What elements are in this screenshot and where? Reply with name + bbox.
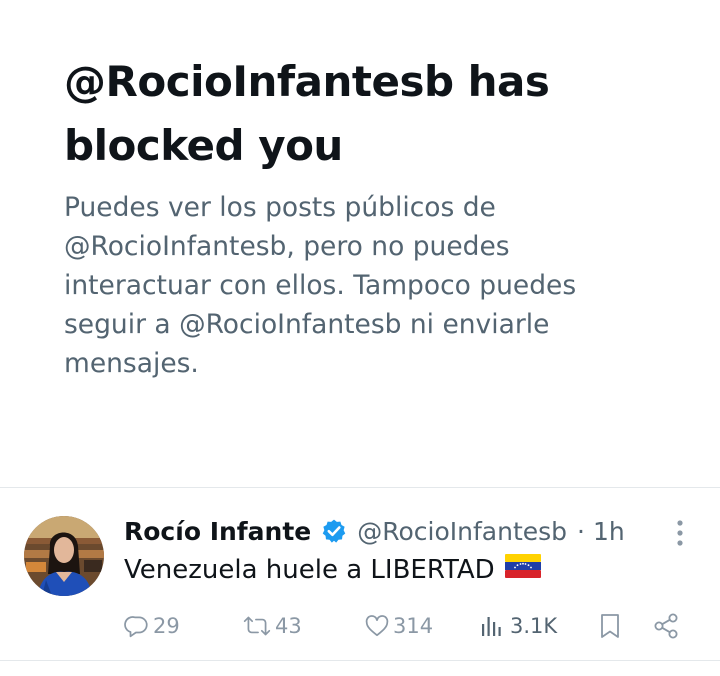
post-text-content: Venezuela huele a LIBERTAD — [124, 555, 495, 585]
author-handle[interactable]: @RocioInfantesb — [357, 517, 567, 546]
divider — [0, 660, 720, 661]
post-header: Rocío Infante @RocioInfantesb · 1h — [124, 513, 644, 549]
like-count: 314 — [393, 614, 434, 638]
author-name[interactable]: Rocío Infante — [124, 517, 311, 546]
block-title-line: @RocioInfantesb has — [64, 57, 550, 106]
views-count: 3.1K — [510, 614, 558, 638]
more-vertical-icon[interactable] — [668, 518, 692, 548]
share-icon — [652, 612, 680, 640]
post-actions: 29 43 314 3.1K — [124, 608, 684, 644]
block-description-line: @RocioInfantesb, pero no puedes — [64, 231, 510, 262]
reply-button[interactable]: 29 — [124, 608, 180, 644]
separator-dot: · — [577, 516, 585, 546]
timestamp[interactable]: 1h — [593, 517, 625, 546]
repost-button[interactable]: 43 — [242, 608, 302, 644]
repost-icon — [242, 613, 272, 639]
bookmark-icon — [598, 612, 622, 640]
block-description-line: interactuar con ellos. Tampoco puedes — [64, 270, 577, 301]
block-description: Puedes ver los posts públicos de @RocioI… — [64, 188, 684, 383]
venezuela-flag-icon — [504, 551, 541, 589]
verified-badge-icon[interactable] — [321, 518, 347, 544]
heart-icon — [364, 613, 390, 639]
block-description-line: seguir a @RocioInfantesb ni enviarle — [64, 309, 550, 340]
block-title-line: blocked you — [64, 121, 343, 170]
block-title: @RocioInfantesb has blocked you — [64, 50, 684, 178]
views-icon — [480, 613, 504, 639]
repost-count: 43 — [275, 614, 302, 638]
post-text: Venezuela huele a LIBERTAD — [124, 551, 541, 589]
like-button[interactable]: 314 — [364, 608, 433, 644]
block-description-line: mensajes. — [64, 348, 199, 379]
post[interactable]: Rocío Infante @RocioInfantesb · 1h Venez… — [0, 488, 720, 660]
share-button[interactable] — [652, 608, 680, 644]
reply-count: 29 — [153, 614, 180, 638]
avatar[interactable] — [24, 516, 104, 596]
avatar-image — [24, 516, 104, 596]
bookmark-button[interactable] — [598, 608, 622, 644]
block-description-line: Puedes ver los posts públicos de — [64, 192, 496, 223]
reply-icon — [124, 613, 150, 639]
block-notice: @RocioInfantesb has blocked you Puedes v… — [64, 50, 684, 383]
views-button[interactable]: 3.1K — [480, 608, 557, 644]
